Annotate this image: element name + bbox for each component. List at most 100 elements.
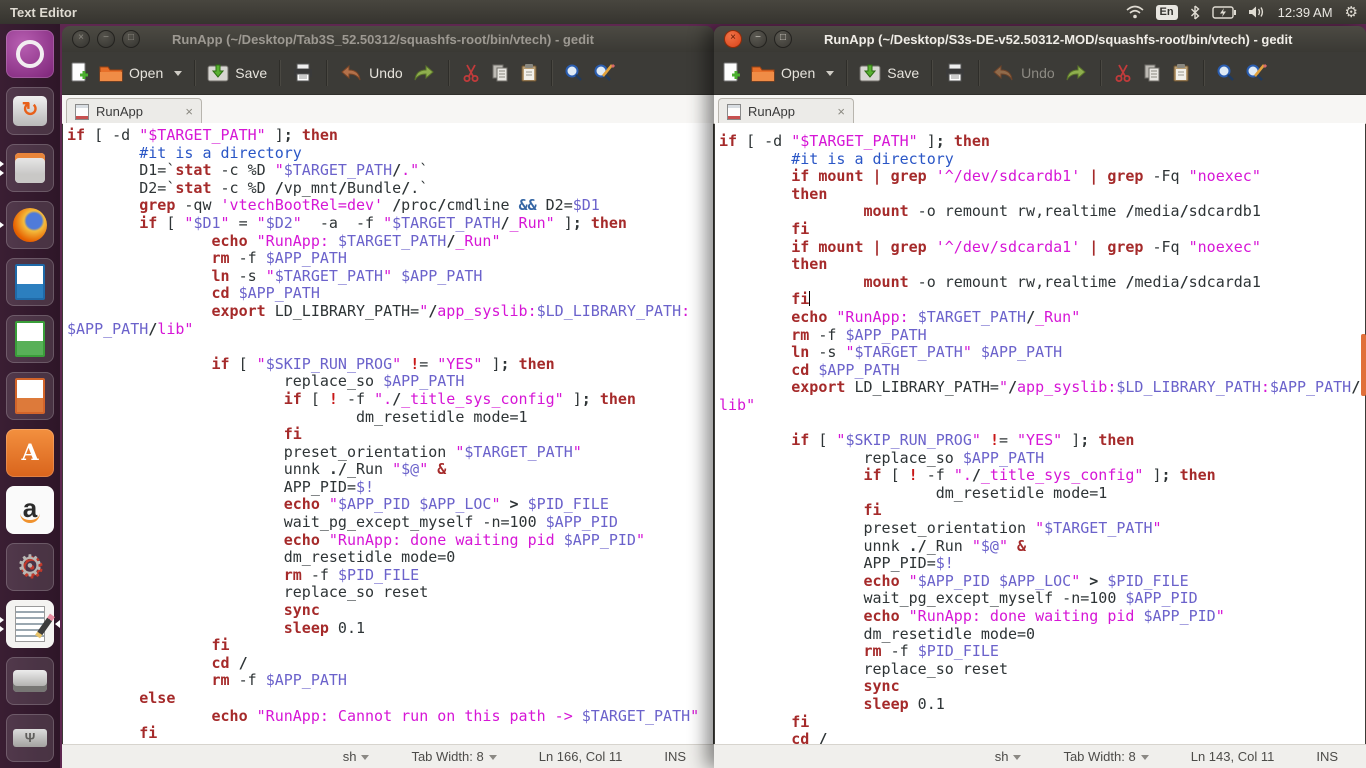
gedit-window-right[interactable]: × − □ RunApp (~/Desktop/S3s-DE-v52.50312… <box>714 26 1366 768</box>
language-selector[interactable]: sh <box>995 749 1022 764</box>
launcher-item-text-editor[interactable] <box>6 600 54 648</box>
cut-button[interactable] <box>1113 63 1133 83</box>
titlebar[interactable]: × − □ RunApp (~/Desktop/S3s-DE-v52.50312… <box>714 26 1366 52</box>
launcher-item-firefox[interactable] <box>6 201 54 249</box>
maximize-button[interactable]: □ <box>774 30 792 48</box>
save-button[interactable]: Save <box>859 63 919 83</box>
launcher-item-libreoffice-writer[interactable] <box>6 258 54 306</box>
tab-runapp[interactable]: RunApp × <box>718 98 854 124</box>
code-line: replace_so reset <box>719 661 1365 679</box>
copy-button[interactable] <box>490 63 510 83</box>
undo-button[interactable]: Undo <box>991 64 1054 82</box>
copy-button[interactable] <box>1142 63 1162 83</box>
launcher-item-ubuntu-software-center[interactable]: A <box>6 429 54 477</box>
unity-launcher: ↻ Aa ⚙ Ψ <box>0 24 60 768</box>
battery-icon[interactable] <box>1212 6 1236 19</box>
tab-runapp[interactable]: RunApp × <box>66 98 202 124</box>
print-button[interactable] <box>292 63 314 83</box>
document-icon <box>75 104 89 120</box>
toolbar-separator <box>846 60 847 86</box>
code-line: rm -f $APP_PATH <box>67 672 713 690</box>
paste-button[interactable] <box>1171 63 1191 83</box>
text-area[interactable]: if [ -d "$TARGET_PATH" ]; then #it is a … <box>715 123 1365 745</box>
text-area[interactable]: if [ -d "$TARGET_PATH" ]; then #it is a … <box>63 123 713 745</box>
chevron-down-icon <box>1141 755 1149 760</box>
code-line: wait_pg_except_myself -n=100 $APP_PID <box>719 590 1365 608</box>
open-menu-arrow[interactable] <box>826 71 834 76</box>
code-line: $APP_PATH/lib" <box>67 321 713 339</box>
redo-button[interactable] <box>1064 64 1088 82</box>
launcher-item-amazon[interactable]: a <box>6 486 54 534</box>
code-line: dm_resetidle mode=0 <box>67 549 713 567</box>
titlebar[interactable]: × − □ RunApp (~/Desktop/Tab3S_52.50312/s… <box>62 26 714 52</box>
cursor-position: Ln 143, Col 11 <box>1191 749 1275 764</box>
save-button[interactable]: Save <box>207 63 267 83</box>
maximize-button[interactable]: □ <box>122 30 140 48</box>
redo-button[interactable] <box>412 64 436 82</box>
tab-close-icon[interactable]: × <box>837 104 845 119</box>
close-button[interactable]: × <box>724 30 742 48</box>
find-button[interactable] <box>1216 63 1236 83</box>
launcher-item-libreoffice-impress[interactable] <box>6 372 54 420</box>
volume-icon[interactable] <box>1248 5 1266 19</box>
wifi-icon[interactable] <box>1126 5 1144 19</box>
code-line: echo "RunApp: done waiting pid $APP_PID" <box>719 608 1365 626</box>
code-line: echo "RunApp: $TARGET_PATH/_Run" <box>67 233 713 251</box>
language-selector[interactable]: sh <box>343 749 370 764</box>
code-line: ln -s "$TARGET_PATH" $APP_PATH <box>67 268 713 286</box>
replace-button[interactable] <box>593 63 615 83</box>
ubuntu-software-center-icon: A <box>21 440 38 466</box>
code-line <box>67 338 713 356</box>
tab-close-icon[interactable]: × <box>185 104 193 119</box>
launcher-item-software-updater[interactable]: ↻ <box>6 87 54 135</box>
launcher-item-system-settings[interactable]: ⚙ <box>6 543 54 591</box>
amazon-icon: a <box>20 498 40 523</box>
open-button[interactable]: Open <box>99 63 163 83</box>
launcher-item-files[interactable] <box>6 144 54 192</box>
launcher-item-hard-disk[interactable] <box>6 657 54 705</box>
cut-button[interactable] <box>461 63 481 83</box>
code-line: cd / <box>719 731 1365 745</box>
code-line: unnk ./_Run "$@" & <box>719 538 1365 556</box>
code-line: cd $APP_PATH <box>719 362 1365 380</box>
launcher-item-libreoffice-calc[interactable] <box>6 315 54 363</box>
keyboard-layout-indicator[interactable]: En <box>1156 5 1178 20</box>
text-editor-icon <box>15 606 45 642</box>
dash-home-icon <box>16 40 44 68</box>
find-button[interactable] <box>564 63 584 83</box>
tab-width-selector[interactable]: Tab Width: 8 <box>411 749 496 764</box>
insert-mode-indicator: INS <box>664 749 686 764</box>
minimize-button[interactable]: − <box>749 30 767 48</box>
bluetooth-icon[interactable] <box>1190 5 1200 20</box>
new-document-button[interactable] <box>722 62 742 84</box>
replace-button[interactable] <box>1245 63 1267 83</box>
paste-button[interactable] <box>519 63 539 83</box>
close-button[interactable]: × <box>72 30 90 48</box>
code-line: echo "RunApp: $TARGET_PATH/_Run" <box>719 309 1365 327</box>
open-label: Open <box>129 65 163 81</box>
launcher-item-dash-home[interactable] <box>6 30 54 78</box>
undo-button[interactable]: Undo <box>339 64 402 82</box>
window-title: RunApp (~/Desktop/S3s-DE-v52.50312-MOD/s… <box>824 32 1292 47</box>
new-document-button[interactable] <box>70 62 90 84</box>
toolbar-separator <box>551 60 552 86</box>
launcher-item-usb-drive[interactable]: Ψ <box>6 714 54 762</box>
clock[interactable]: 12:39 AM <box>1278 5 1333 20</box>
open-button[interactable]: Open <box>751 63 815 83</box>
code-line: replace_so $APP_PATH <box>719 450 1365 468</box>
session-gear-icon[interactable]: ⚙ <box>1345 3 1358 21</box>
chevron-down-icon <box>1013 755 1021 760</box>
open-menu-arrow[interactable] <box>174 71 182 76</box>
code-line: echo "$APP_PID $APP_LOC" > $PID_FILE <box>67 496 713 514</box>
tab-label: RunApp <box>96 104 143 119</box>
print-button[interactable] <box>944 63 966 83</box>
scrollbar-thumb[interactable] <box>1361 334 1366 396</box>
toolbar: Open Save Undo <box>714 52 1366 95</box>
code-line: replace_so $APP_PATH <box>67 373 713 391</box>
code-line: if [ ! -f "./_title_sys_config" ]; then <box>67 391 713 409</box>
software-updater-icon: ↻ <box>13 96 47 126</box>
code-line: lib" <box>719 397 1365 415</box>
minimize-button[interactable]: − <box>97 30 115 48</box>
tab-width-selector[interactable]: Tab Width: 8 <box>1063 749 1148 764</box>
gedit-window-left[interactable]: × − □ RunApp (~/Desktop/Tab3S_52.50312/s… <box>62 26 714 768</box>
